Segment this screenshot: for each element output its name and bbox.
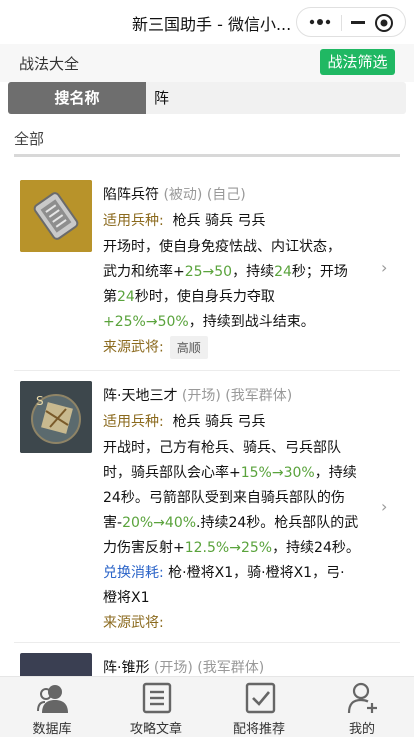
value-highlight: 20%→40% (122, 515, 197, 531)
skill-desc-line: 24秒。弓箭部队受到来自骑兵部队的伤 (103, 487, 345, 507)
svg-text:S: S (36, 394, 44, 408)
skill-desc-line: 力伤害反射+12.5%→25%，持续24秒。 (103, 537, 360, 557)
filter-button[interactable]: 战法筛选 (320, 49, 395, 75)
desc-text: ，持续 (314, 465, 357, 481)
tab-label: 配将推荐 (232, 722, 285, 737)
value-highlight: 24 (274, 264, 292, 280)
search-input[interactable]: 阵 (154, 82, 394, 114)
tab-label: 数据库 (32, 722, 72, 737)
skill-desc-line: 开战时，己方有枪兵、骑兵、弓兵部队 (103, 437, 341, 457)
desc-text: .持续24秒。枪兵部队的武 (196, 515, 359, 531)
desc-text: 力伤害反射+ (103, 540, 185, 556)
minimize-icon[interactable] (341, 8, 373, 36)
capsule-menu (296, 7, 406, 37)
desc-text: ，持续到战斗结束。 (188, 314, 315, 330)
article-icon (142, 682, 172, 714)
skill-desc-line: +25%→50%，持续到战斗结束。 (103, 311, 315, 331)
desc-text: 开场时，使自身免疫怯战、内讧状态， (103, 239, 341, 255)
title-bar: 新三国助手 - 微信小... (0, 0, 414, 44)
value-highlight: 12.5%→25% (184, 540, 273, 556)
skill-name: 阵·锥形 (开场) (我军群体) (103, 660, 265, 676)
tab-label: 我的 (348, 722, 375, 737)
chevron-right-icon: › (381, 258, 388, 277)
source-row: 来源武将: (103, 615, 164, 631)
desc-text: ，持续 (232, 264, 275, 280)
source-row: 来源武将: 高顺 (103, 336, 208, 359)
desc-text: 武力和统率+ (103, 264, 185, 280)
skill-icon (20, 180, 92, 252)
user-group-icon (37, 685, 68, 713)
skill-desc-line: 开场时，使自身免疫怯战、内讧状态， (103, 236, 341, 256)
chevron-right-icon: › (381, 497, 388, 516)
desc-text: 24秒。弓箭部队受到来自骑兵部队的伤 (103, 490, 345, 506)
window-title: 新三国助手 - 微信小... (132, 15, 292, 34)
tab-database[interactable]: 数据库 (0, 677, 104, 737)
skill-desc-line: 第24秒时，使自身兵力夺取 (103, 286, 275, 306)
close-home-icon[interactable] (373, 12, 395, 34)
tab-all[interactable]: 全部 (14, 128, 44, 149)
general-chip[interactable]: 高顺 (169, 336, 208, 359)
skill-icon: S (20, 381, 92, 453)
skill-name: 陷阵兵符 (被动) (自己) (103, 187, 246, 203)
desc-text: 开战时，己方有枪兵、骑兵、弓兵部队 (103, 440, 341, 456)
search-type-button[interactable]: 搜名称 (8, 82, 146, 114)
troop-row: 适用兵种: 枪兵 骑兵 弓兵 (103, 213, 266, 229)
skill-desc-line: 害-20%→40%.持续24秒。枪兵部队的武 (103, 512, 358, 532)
value-highlight: 24 (117, 289, 135, 305)
value-highlight: +25%→50% (103, 314, 189, 330)
list-item[interactable]: S 阵·天地三才 (开场) (我军群体) 适用兵种: 枪兵 骑兵 弓兵 开战时，… (0, 371, 414, 641)
page-title: 战法大全 (19, 55, 80, 73)
checkbox-icon (245, 682, 276, 714)
skill-name: 阵·天地三才 (开场) (我军群体) (103, 388, 293, 404)
desc-text: 秒；开场 (291, 264, 348, 280)
tab-underline (14, 154, 400, 157)
desc-text: 时，骑兵部队会心率+ (103, 465, 241, 481)
add-user-icon (347, 682, 377, 714)
cost-row: 兑换消耗: 枪·橙将X1，骑·橙将X1，弓· (103, 565, 345, 581)
bottom-tab-bar: 数据库 攻略文章 配将推荐 我的 (0, 676, 414, 737)
skill-desc-line: 武力和统率+25→50，持续24秒；开场 (103, 261, 348, 281)
cost-row-cont: 橙将X1 (103, 590, 150, 606)
tab-articles[interactable]: 攻略文章 (104, 677, 208, 737)
list-item[interactable]: 陷阵兵符 (被动) (自己) 适用兵种: 枪兵 骑兵 弓兵 开场时，使自身免疫怯… (0, 160, 414, 370)
more-icon[interactable] (307, 14, 335, 30)
value-highlight: 25→50 (184, 264, 233, 280)
desc-text: ，持续24秒。 (272, 540, 360, 556)
list-item[interactable]: 阵·锥形 (开场) (我军群体) (0, 643, 414, 676)
desc-text: 害- (103, 515, 123, 531)
tab-mine[interactable]: 我的 (310, 677, 414, 737)
tab-label: 攻略文章 (129, 722, 182, 737)
troop-row: 适用兵种: 枪兵 骑兵 弓兵 (103, 414, 266, 430)
desc-text: 第 (103, 289, 117, 305)
skill-desc-line: 时，骑兵部队会心率+15%→30%，持续 (103, 462, 357, 482)
skill-icon (20, 653, 92, 676)
desc-text: 秒时，使自身兵力夺取 (134, 289, 275, 305)
value-highlight: 15%→30% (240, 465, 315, 481)
tab-recommend[interactable]: 配将推荐 (207, 677, 311, 737)
